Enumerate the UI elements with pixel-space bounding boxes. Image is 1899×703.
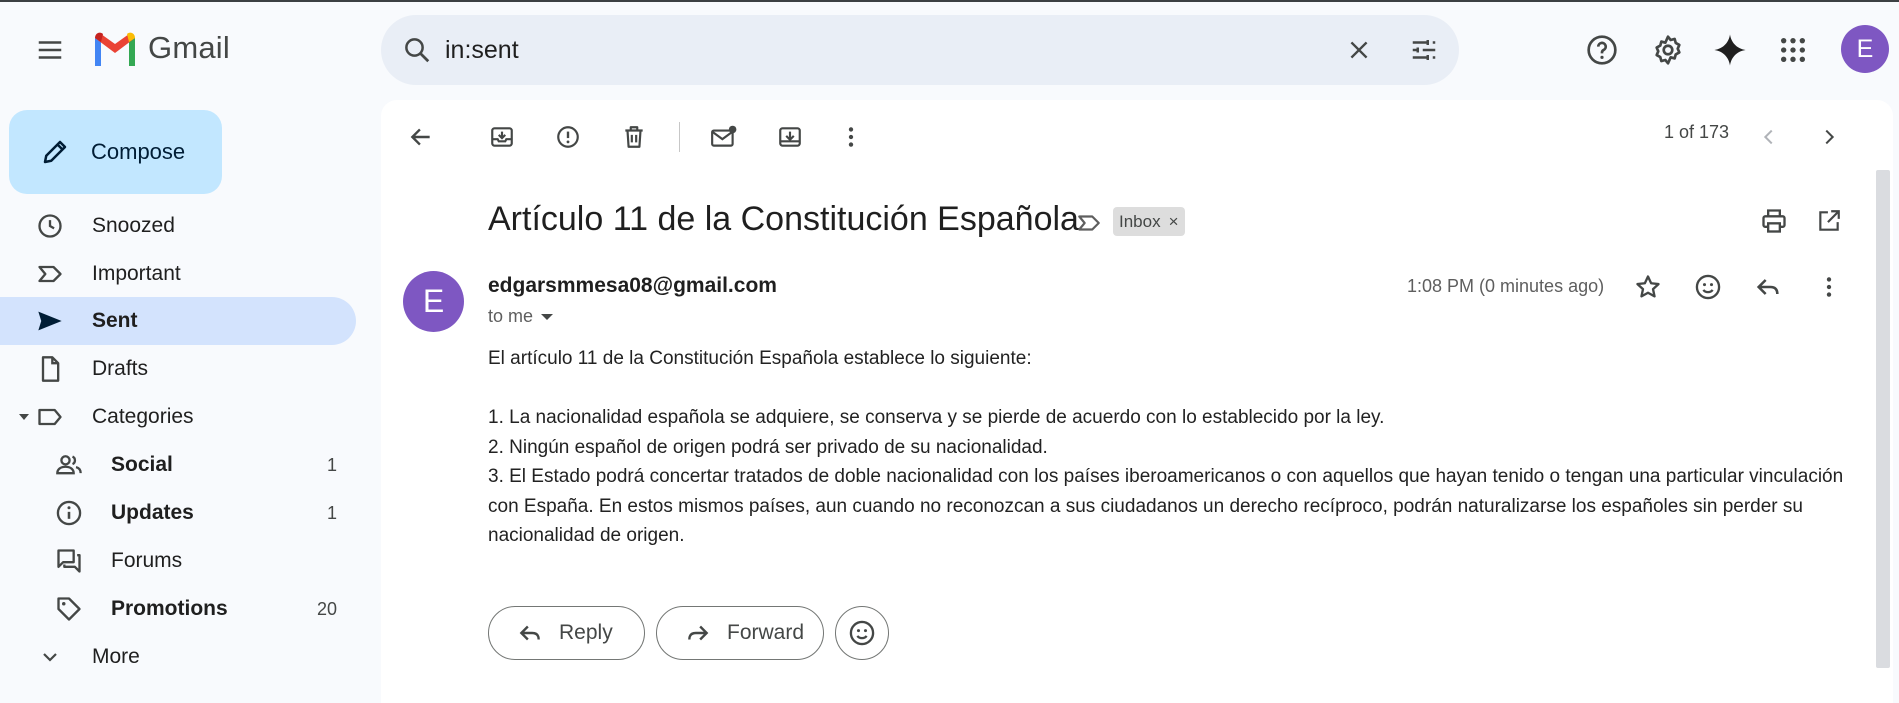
clock-icon [33, 209, 67, 243]
apps-grid-icon[interactable] [1771, 28, 1815, 72]
sidebar-item-promotions[interactable]: Promotions 20 [0, 585, 356, 633]
star-icon[interactable] [1628, 267, 1668, 307]
forward-button-label: Forward [727, 621, 805, 644]
label-icon [33, 400, 67, 434]
forum-icon [52, 544, 86, 578]
more-vert-icon[interactable] [1809, 267, 1849, 307]
older-chevron-right-icon[interactable] [1809, 117, 1849, 157]
archive-icon[interactable] [482, 117, 522, 157]
pager-count: 1 of 173 [1664, 122, 1730, 142]
gmail-logo[interactable]: Gmail [92, 30, 230, 66]
emoji-react-button[interactable] [835, 606, 889, 660]
important-icon [33, 257, 67, 291]
sidebar-item-label: More [92, 645, 140, 668]
unread-count: 1 [326, 502, 337, 523]
email-body: El artículo 11 de la Constitución Españo… [488, 344, 1863, 551]
chevron-down-icon [33, 640, 67, 674]
search-icon[interactable] [399, 32, 435, 68]
sidebar-item-forums[interactable]: Forums [0, 537, 356, 585]
mark-unread-icon[interactable] [704, 117, 744, 157]
logo-text: Gmail [148, 30, 230, 65]
sidebar-item-sent[interactable]: Sent [0, 297, 356, 345]
sidebar-item-important[interactable]: Important [0, 250, 356, 298]
inbox-label-text: Inbox [1119, 211, 1161, 231]
tag-icon [52, 592, 86, 626]
print-icon[interactable] [1754, 201, 1794, 241]
sidebar-item-label: Important [92, 262, 181, 285]
sidebar-item-drafts[interactable]: Drafts [0, 345, 356, 393]
back-arrow-icon[interactable] [401, 117, 441, 157]
sidebar-item-label: Categories [92, 405, 194, 428]
sidebar-item-label: Sent [92, 309, 138, 332]
caret-down-icon [541, 313, 554, 321]
sidebar-item-more[interactable]: More [0, 633, 356, 681]
settings-gear-icon[interactable] [1646, 28, 1690, 72]
report-spam-icon[interactable] [548, 117, 588, 157]
body-paragraph: El artículo 11 de la Constitución Españo… [488, 348, 1032, 369]
sidebar-item-label: Drafts [92, 357, 149, 380]
sidebar-item-label: Forums [111, 549, 183, 572]
emoji-reaction-icon[interactable] [1688, 267, 1728, 307]
newer-chevron-left-icon[interactable] [1749, 117, 1789, 157]
main-menu-button[interactable] [26, 26, 74, 74]
sidebar-item-categories[interactable]: Categories [0, 393, 356, 441]
sidebar-item-label: Updates [111, 501, 194, 524]
search-bar[interactable] [381, 15, 1459, 85]
move-to-icon[interactable] [770, 117, 810, 157]
sidebar-item-label: Snoozed [92, 214, 175, 237]
caret-down-icon[interactable] [18, 411, 30, 423]
pencil-icon [37, 134, 73, 170]
compose-label: Compose [91, 139, 186, 164]
trash-icon[interactable] [614, 117, 654, 157]
forward-icon [683, 618, 713, 648]
info-icon [52, 496, 86, 530]
reply-icon[interactable] [1748, 267, 1788, 307]
search-options-icon[interactable] [1403, 29, 1445, 71]
draft-icon [33, 352, 67, 386]
sidebar-item-updates[interactable]: Updates 1 [0, 489, 356, 537]
email-subject: Artículo 11 de la Constitución Española [488, 200, 1079, 238]
recipient-label: to me [488, 306, 534, 326]
sender-avatar[interactable]: E [403, 271, 464, 332]
body-paragraph: 1. La nacionalidad española se adquiere,… [488, 407, 1385, 428]
search-input[interactable] [445, 15, 1295, 85]
account-avatar[interactable]: E [1841, 25, 1889, 73]
reply-icon [515, 618, 545, 648]
help-icon[interactable] [1580, 28, 1624, 72]
gemini-sparkle-icon[interactable] [1708, 28, 1752, 72]
reply-button[interactable]: Reply [488, 606, 645, 660]
sidebar-item-snoozed[interactable]: Snoozed [0, 202, 356, 250]
send-icon [33, 304, 67, 338]
hamburger-icon [38, 41, 62, 59]
sender-email[interactable]: edgarsmmesa08@gmail.com [488, 274, 777, 298]
inbox-label-badge: Inbox × [1113, 207, 1185, 236]
unread-count: 1 [326, 454, 337, 475]
gmail-m-icon [95, 32, 135, 66]
body-paragraph: 2. Ningún español de origen podrá ser pr… [488, 436, 1048, 458]
emoji-icon [849, 620, 875, 646]
sidebar-item-social[interactable]: Social 1 [0, 441, 356, 489]
people-icon [52, 448, 86, 482]
open-new-window-icon[interactable] [1809, 201, 1849, 241]
body-paragraph: 3. El Estado podrá concertar tratados de… [488, 466, 1844, 546]
compose-button[interactable]: Compose [9, 110, 222, 194]
remove-label-icon[interactable]: × [1169, 212, 1179, 232]
clear-search-icon[interactable] [1338, 29, 1380, 71]
important-marker-icon[interactable] [1074, 208, 1104, 238]
sidebar-item-label: Social [111, 453, 173, 476]
toolbar-divider [679, 122, 680, 152]
email-timestamp: 1:08 PM (0 minutes ago) [1407, 276, 1605, 296]
recipient-details[interactable]: to me [488, 306, 554, 327]
scrollbar[interactable] [1876, 170, 1890, 668]
sidebar-item-label: Promotions [111, 597, 228, 620]
body-blank-line [488, 374, 1863, 404]
unread-count: 20 [316, 598, 337, 619]
more-vert-icon[interactable] [831, 117, 871, 157]
window-top-border [0, 0, 1899, 2]
email-panel: 1 of 173 Artículo 11 de la Constitución … [381, 100, 1893, 703]
reply-button-label: Reply [559, 621, 613, 644]
forward-button[interactable]: Forward [656, 606, 824, 660]
